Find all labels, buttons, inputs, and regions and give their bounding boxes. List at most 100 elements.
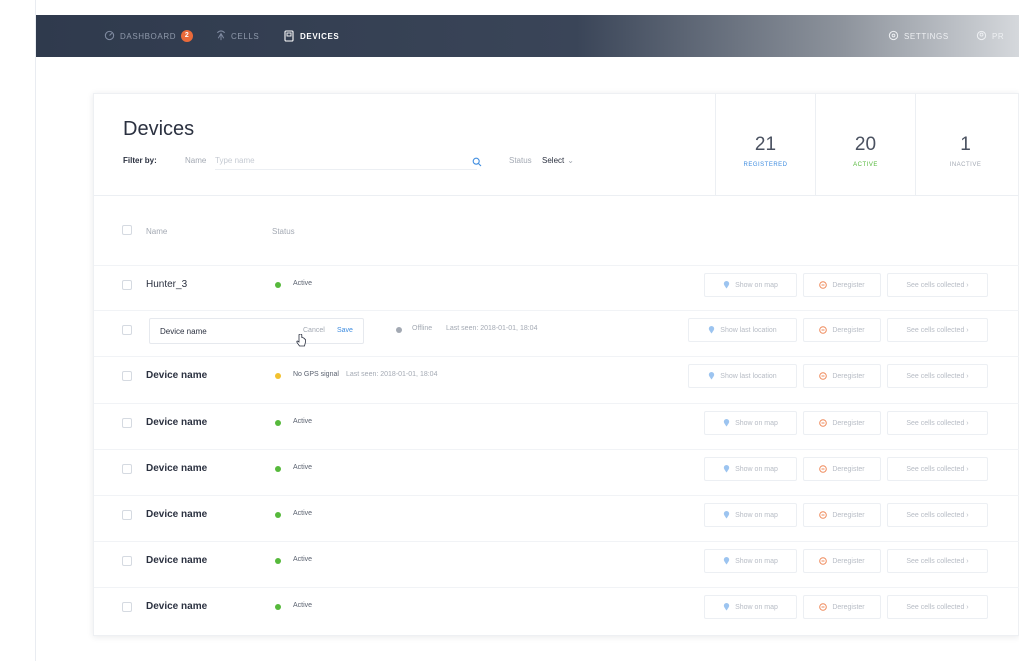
row-checkbox[interactable] <box>122 602 132 612</box>
see-cells-collected-button[interactable]: See cells collected › <box>887 595 988 619</box>
nav-profile[interactable]: PR <box>976 30 1004 42</box>
see-cells-collected-button[interactable]: See cells collected › <box>887 549 988 573</box>
app-frame-edge <box>35 0 36 661</box>
stat-registered: 21 REGISTERED <box>715 94 815 195</box>
show-on-map-button[interactable]: Show on map <box>704 503 797 527</box>
stat-registered-value: 21 <box>754 134 777 155</box>
nav-dashboard[interactable]: DASHBOARD 2 <box>104 30 194 42</box>
row-checkbox[interactable] <box>122 371 132 381</box>
name-filter-input[interactable] <box>215 152 477 170</box>
stat-active-value: 20 <box>854 134 877 155</box>
show-last-location-label: Show last location <box>720 326 777 334</box>
row-checkbox[interactable] <box>122 418 132 428</box>
status-dot-active <box>275 420 281 426</box>
device-status: Active <box>293 510 313 517</box>
chevron-right-icon: › <box>966 419 969 427</box>
deregister-label: Deregister <box>832 419 865 427</box>
see-cells-collected-button[interactable]: See cells collected › <box>887 364 988 388</box>
search-icon[interactable] <box>472 154 482 167</box>
rename-input[interactable] <box>160 325 280 338</box>
device-name: Device name <box>146 463 208 474</box>
map-pin-icon <box>723 603 730 611</box>
show-on-map-button[interactable]: Show on map <box>704 457 797 481</box>
table-header: Name Status <box>94 215 1019 249</box>
see-cells-collected-label: See cells collected <box>906 465 965 473</box>
show-last-location-label: Show last location <box>720 372 777 380</box>
status-filter-select[interactable]: Select ⌄ <box>542 156 574 165</box>
map-pin-icon <box>723 465 730 473</box>
nav-cells-label: CELLS <box>231 31 260 41</box>
row-checkbox[interactable] <box>122 464 132 474</box>
see-cells-collected-button[interactable]: See cells collected › <box>887 503 988 527</box>
stat-inactive-label: INACTIVE <box>949 162 982 168</box>
notification-badge: 2 <box>181 30 194 42</box>
nav-cells[interactable]: CELLS <box>215 30 259 42</box>
stat-inactive: 1 INACTIVE <box>915 94 1015 195</box>
status-dot-active <box>275 604 281 610</box>
show-on-map-label: Show on map <box>735 511 778 519</box>
show-on-map-button[interactable]: Show on map <box>704 273 797 297</box>
row-checkbox[interactable] <box>122 325 132 335</box>
status-filter-value: Select <box>542 156 565 165</box>
show-on-map-label: Show on map <box>735 419 778 427</box>
nav-devices[interactable]: DEVICES <box>284 30 339 42</box>
row-checkbox[interactable] <box>122 280 132 290</box>
deregister-button[interactable]: Deregister <box>803 318 881 342</box>
map-pin-icon <box>723 281 730 289</box>
top-nav: DASHBOARD 2 CELLS DEVICES SETTINGS PR <box>36 15 1019 57</box>
rename-field: Cancel Save <box>149 318 364 347</box>
gear-icon <box>888 30 900 42</box>
deregister-button[interactable]: Deregister <box>803 273 881 297</box>
page-title: Devices <box>123 118 195 140</box>
status-dot-offline <box>396 327 402 333</box>
show-last-location-button[interactable]: Show last location <box>688 364 797 388</box>
stat-registered-label: REGISTERED <box>743 162 788 168</box>
deregister-button[interactable]: Deregister <box>803 595 881 619</box>
deregister-icon <box>819 511 828 519</box>
see-cells-collected-button[interactable]: See cells collected › <box>887 411 988 435</box>
status-filter-label: Status <box>509 156 532 165</box>
map-pin-icon <box>723 511 730 519</box>
show-last-location-button[interactable]: Show last location <box>688 318 797 342</box>
save-button[interactable]: Save <box>337 327 353 334</box>
select-all-checkbox[interactable] <box>122 225 132 235</box>
deregister-label: Deregister <box>832 603 865 611</box>
table-row: Device name Active Show on map Deregiste… <box>94 449 1019 489</box>
deregister-icon <box>819 603 828 611</box>
deregister-button[interactable]: Deregister <box>803 549 881 573</box>
row-checkbox[interactable] <box>122 510 132 520</box>
show-on-map-label: Show on map <box>735 281 778 289</box>
row-checkbox[interactable] <box>122 556 132 566</box>
deregister-icon <box>819 465 828 473</box>
show-on-map-button[interactable]: Show on map <box>704 595 797 619</box>
column-name: Name <box>146 227 168 236</box>
show-on-map-button[interactable]: Show on map <box>704 549 797 573</box>
see-cells-collected-label: See cells collected <box>906 603 965 611</box>
show-on-map-label: Show on map <box>735 557 778 565</box>
deregister-button[interactable]: Deregister <box>803 411 881 435</box>
device-name: Device name <box>146 601 208 612</box>
column-status: Status <box>272 227 295 236</box>
show-on-map-label: Show on map <box>735 465 778 473</box>
map-pin-icon <box>723 557 730 565</box>
nav-settings[interactable]: SETTINGS <box>888 30 949 42</box>
deregister-label: Deregister <box>832 372 865 380</box>
deregister-label: Deregister <box>832 511 865 519</box>
deregister-button[interactable]: Deregister <box>803 364 881 388</box>
status-dot-active <box>275 282 281 288</box>
see-cells-collected-button[interactable]: See cells collected › <box>887 273 988 297</box>
cancel-button[interactable]: Cancel <box>303 327 325 334</box>
deregister-button[interactable]: Deregister <box>803 457 881 481</box>
device-status: Active <box>293 464 313 471</box>
device-name: Device name <box>146 370 208 381</box>
show-on-map-button[interactable]: Show on map <box>704 411 797 435</box>
dashboard-icon <box>104 30 116 42</box>
hand-cursor-icon <box>296 334 306 347</box>
see-cells-collected-label: See cells collected <box>906 419 965 427</box>
see-cells-collected-button[interactable]: See cells collected › <box>887 318 988 342</box>
stat-inactive-value: 1 <box>960 134 971 155</box>
deregister-label: Deregister <box>832 326 865 334</box>
deregister-icon <box>819 281 828 289</box>
deregister-button[interactable]: Deregister <box>803 503 881 527</box>
see-cells-collected-button[interactable]: See cells collected › <box>887 457 988 481</box>
